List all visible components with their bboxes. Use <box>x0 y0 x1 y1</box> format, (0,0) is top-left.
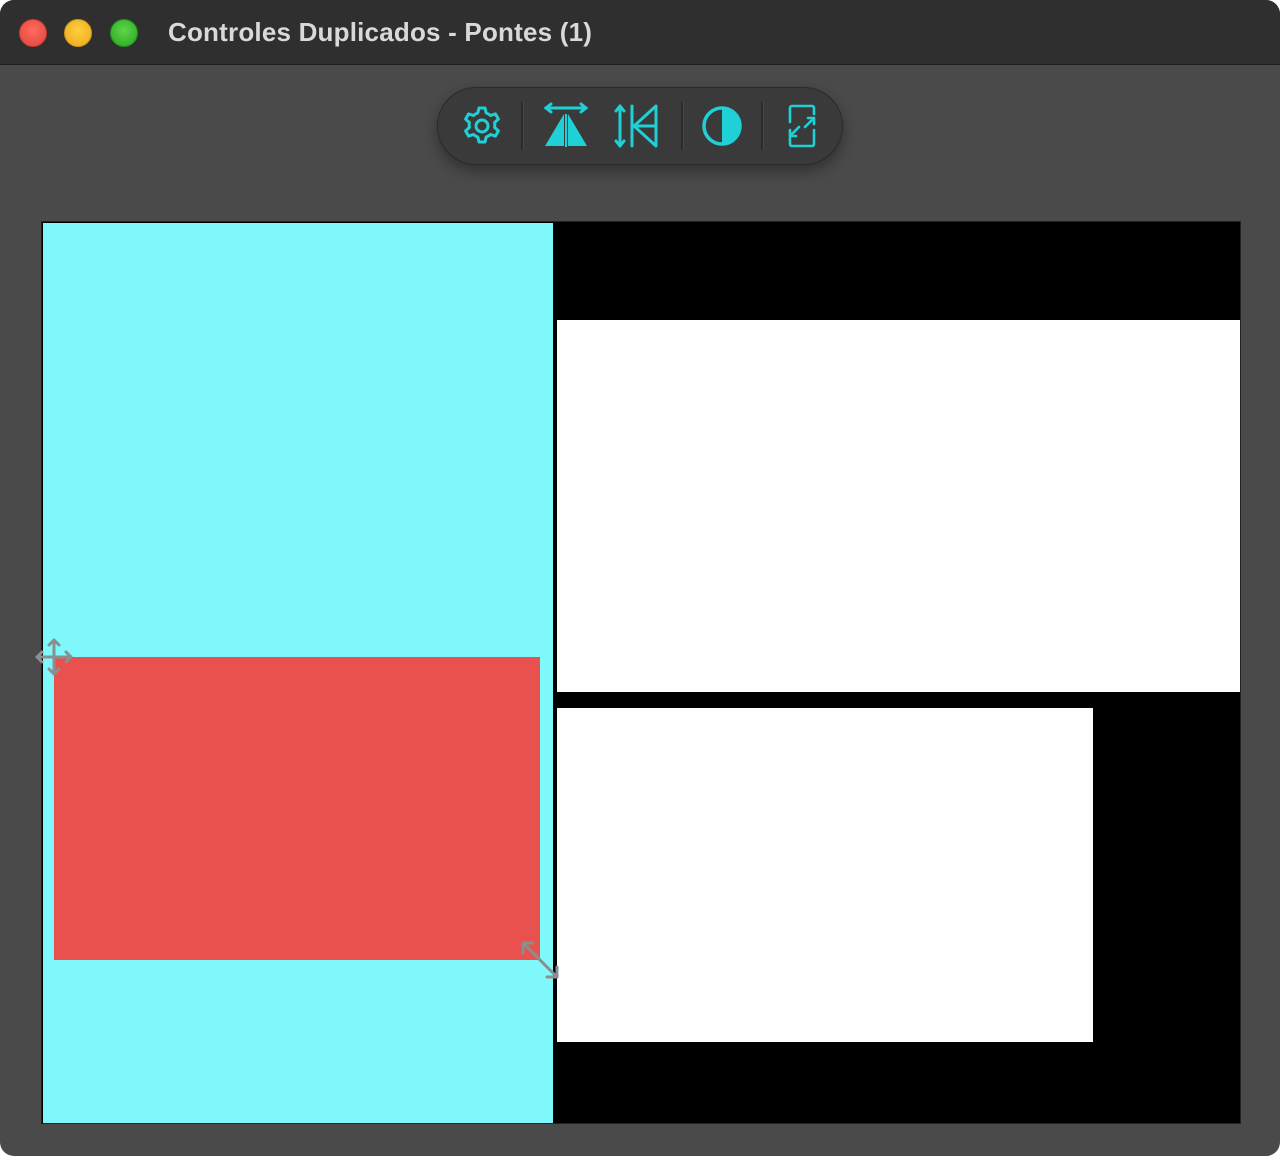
rotate-screen-button[interactable] <box>776 100 828 152</box>
horizontal-align-icon <box>540 102 592 150</box>
gear-icon <box>459 103 505 149</box>
toolbar-separator <box>761 102 764 150</box>
move-arrows-icon <box>33 638 75 682</box>
white-panel-top <box>557 320 1240 692</box>
floating-toolbar <box>437 87 843 165</box>
align-vertical-button[interactable] <box>612 100 664 152</box>
toolbar-separator <box>521 102 524 150</box>
minimize-window-button[interactable] <box>64 19 92 47</box>
title-bar[interactable]: Controles Duplicados - Pontes (1) <box>0 0 1280 65</box>
align-horizontal-button[interactable] <box>540 100 592 152</box>
rotate-screen-icon <box>782 102 822 150</box>
zoom-window-button[interactable] <box>110 19 138 47</box>
app-window: Controles Duplicados - Pontes (1) <box>0 0 1280 1156</box>
contrast-icon <box>699 103 745 149</box>
red-rectangle-overlay[interactable] <box>54 657 540 960</box>
vertical-align-icon <box>612 102 664 150</box>
toolbar-separator <box>681 102 684 150</box>
move-handle[interactable] <box>33 636 75 678</box>
white-panel-bottom <box>557 708 1093 1042</box>
diagonal-resize-icon <box>518 941 562 986</box>
resize-handle[interactable] <box>518 938 562 982</box>
window-title: Controles Duplicados - Pontes (1) <box>168 17 593 47</box>
close-window-button[interactable] <box>19 19 47 47</box>
contrast-button[interactable] <box>696 100 748 152</box>
settings-button[interactable] <box>456 100 508 152</box>
